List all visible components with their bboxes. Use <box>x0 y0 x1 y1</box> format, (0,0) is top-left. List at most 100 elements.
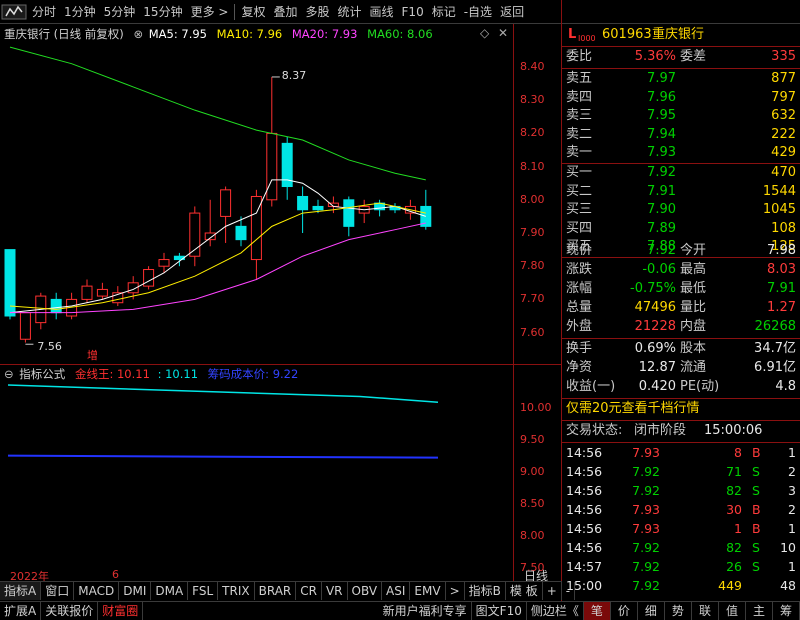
draw-line-button[interactable]: 画线 <box>366 1 398 23</box>
tick-d: B <box>752 502 761 517</box>
divider <box>562 442 800 443</box>
tick-p: 7.92 <box>632 464 660 479</box>
status-right-9[interactable]: 主 <box>746 602 773 620</box>
stat-l2: 最低 <box>680 281 707 296</box>
indicator-tab-right-0[interactable]: 指标B <box>465 582 506 600</box>
indicator-tab-1[interactable]: 窗口 <box>41 582 75 600</box>
indicator-tab-12[interactable]: EMV <box>410 582 446 600</box>
ask-row-price[interactable]: 7.95 <box>647 107 676 125</box>
indicator-tab-11[interactable]: ASI <box>382 582 411 600</box>
period-tab-more[interactable]: 更多 > <box>187 1 233 23</box>
tick-n: 48 <box>780 578 796 593</box>
adjust-button[interactable]: 复权 <box>237 1 269 23</box>
stat-v2: 26268 <box>754 319 796 334</box>
fundamental-v2: 4.8 <box>775 379 796 394</box>
period-tab-timeshare[interactable]: 分时 <box>28 1 60 23</box>
status-right-3[interactable]: 笔 <box>583 602 611 620</box>
tick-v: 1 <box>734 521 742 536</box>
indicator-tab-4[interactable]: DMA <box>151 582 189 600</box>
status-right-8[interactable]: 值 <box>719 602 746 620</box>
candle-body <box>266 132 278 201</box>
order-book-row: 买一 7.92 470 <box>562 164 800 182</box>
fundamental-v2: 6.91亿 <box>754 360 796 375</box>
multi-stock-button[interactable]: 多股 <box>301 1 333 23</box>
indicator-tick-label: 8.50 <box>520 497 545 510</box>
bid-row-price[interactable]: 7.91 <box>647 183 676 201</box>
high-price-label: 8.37 <box>281 68 307 82</box>
divider <box>0 581 562 582</box>
tick-t: 14:56 <box>566 483 603 498</box>
ask-row-price[interactable]: 7.96 <box>647 89 676 107</box>
indicator-tab-right-2[interactable]: + <box>543 582 562 600</box>
status-right-7[interactable]: 联 <box>692 602 719 620</box>
indicator-tab-8[interactable]: CR <box>296 582 322 600</box>
status-tab-2[interactable]: 财富圈 <box>98 602 144 620</box>
status-right-1[interactable]: 图文F10 <box>472 602 527 620</box>
status-right-6[interactable]: 势 <box>665 602 692 620</box>
candle-body <box>204 232 216 241</box>
indicator-tab-13[interactable]: > <box>446 582 465 600</box>
indicator-tab-5[interactable]: FSL <box>188 582 219 600</box>
trade-status-label: 交易状态: <box>566 423 623 438</box>
divider <box>562 338 800 339</box>
status-tab-1[interactable]: 关联报价 <box>41 602 99 620</box>
status-tab-0[interactable]: 扩展A <box>0 602 42 620</box>
fundamental-l2: 股本 <box>680 341 707 356</box>
order-ratio-label: 委比 <box>566 49 593 64</box>
status-right-4[interactable]: 价 <box>611 602 638 620</box>
status-right-2[interactable]: 侧边栏《 <box>527 602 584 620</box>
promo-row[interactable]: 仅需20元查看千档行情 <box>562 400 800 418</box>
flag-label: L <box>568 27 577 42</box>
tick-p: 7.92 <box>632 559 660 574</box>
indicator-svg <box>7 384 439 459</box>
tick-d: B <box>752 521 761 536</box>
status-right-10[interactable]: 筹 <box>773 602 800 620</box>
tick-t: 14:56 <box>566 521 603 536</box>
bid-row-price[interactable]: 7.90 <box>647 201 676 219</box>
status-right-5[interactable]: 细 <box>638 602 665 620</box>
ask-row-label: 卖二 <box>566 126 593 142</box>
indicator-tab-6[interactable]: TRIX <box>218 582 255 600</box>
status-right-0[interactable]: 新用户福利专享 <box>379 602 472 620</box>
kline-chart-area[interactable]: 重庆银行 (日线 前复权) ⊗ MA5: 7.95 MA10: 7.96 MA2… <box>0 24 562 364</box>
indicator-tab-right-3[interactable]: - <box>562 582 576 600</box>
back-button[interactable]: 返回 <box>496 1 528 23</box>
ask-row-price[interactable]: 7.93 <box>647 144 676 162</box>
bid-row-label: 买一 <box>566 165 593 180</box>
tick-row: 14:57 7.92 26 S 1 <box>562 558 800 576</box>
overlay-button[interactable]: 叠加 <box>269 1 301 23</box>
statistics-button[interactable]: 统计 <box>334 1 366 23</box>
bid-row-price[interactable]: 7.89 <box>647 220 676 238</box>
indicator-chart-area[interactable]: ⊖ 指标公式 金线王: 10.11 : 10.11 筹码成本价: 9.22 10… <box>0 364 562 583</box>
indicator-tab-3[interactable]: DMI <box>119 582 152 600</box>
indicator-tab-2[interactable]: MACD <box>74 582 120 600</box>
bid-row-volume: 1045 <box>762 202 796 217</box>
bid-row-volume: 1544 <box>762 183 796 199</box>
ask-row-price[interactable]: 7.97 <box>647 70 676 88</box>
fundamental-v1: 0.69% <box>634 341 676 356</box>
period-tab-5min[interactable]: 5分钟 <box>100 1 140 23</box>
bid-row-volume: 470 <box>771 165 796 180</box>
promo-text[interactable]: 仅需20元查看千档行情 <box>566 400 700 418</box>
price-tick-label: 7.70 <box>520 292 545 306</box>
remove-watchlist-button[interactable]: -自选 <box>460 1 496 23</box>
ask-row-volume: 222 <box>771 126 796 142</box>
period-tab-1min[interactable]: 1分钟 <box>60 1 100 23</box>
period-tab-15min[interactable]: 15分钟 <box>139 1 186 23</box>
bid-row-price[interactable]: 7.92 <box>647 164 676 182</box>
tick-d: S <box>752 540 760 555</box>
status-bar: 扩展A 关联报价 财富圈 新用户福利专享 图文F10 侧边栏《笔价细势联值主筹 <box>0 601 800 620</box>
stats-row: 外盘 21228 内盘 26268 <box>562 318 800 336</box>
indicator-tab-9[interactable]: VR <box>322 582 348 600</box>
f10-button[interactable]: F10 <box>398 1 428 23</box>
tick-row: 15:00 7.92 449 48 <box>562 577 800 595</box>
indicator-tab-right-1[interactable]: 模 板 <box>506 582 543 600</box>
ask-row-label: 卖五 <box>566 71 593 86</box>
indicator-tab-7[interactable]: BRAR <box>255 582 297 600</box>
ask-row-price[interactable]: 7.94 <box>647 126 676 144</box>
indicator-tab-10[interactable]: OBV <box>348 582 383 600</box>
mark-button[interactable]: 标记 <box>428 1 460 23</box>
stat-v1: 21228 <box>634 319 676 334</box>
divider <box>562 46 800 47</box>
indicator-tab-0[interactable]: 指标A <box>0 582 42 600</box>
